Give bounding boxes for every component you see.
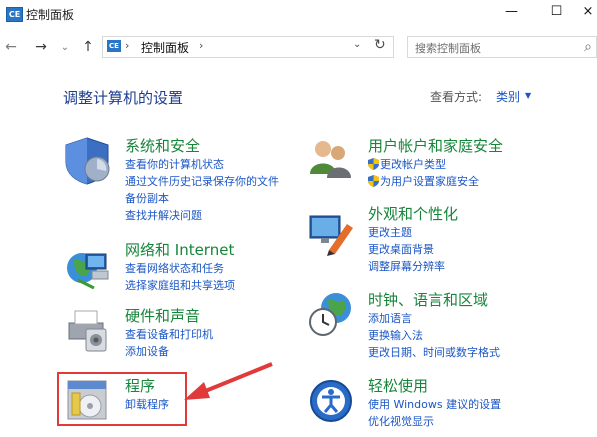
network-icon[interactable] [64, 244, 114, 294]
link-family-safety[interactable]: 为用户设置家庭安全 [368, 173, 503, 190]
printer-icon[interactable] [64, 305, 114, 355]
view-by-category-link[interactable]: 类别 [496, 88, 520, 105]
category-title-system-security[interactable]: 系统和安全 [125, 135, 279, 156]
uac-shield-icon [368, 175, 379, 187]
breadcrumb-separator[interactable]: › [125, 39, 129, 52]
search-icon[interactable]: ⌕ [584, 39, 592, 55]
clock-globe-icon[interactable] [307, 290, 357, 340]
category-network-internet: 网络和 Internet 查看网络状态和任务 选择家庭组和共享选项 [125, 239, 235, 294]
category-title-network-internet[interactable]: 网络和 Internet [125, 239, 235, 260]
category-user-accounts: 用户帐户和家庭安全 更改帐户类型 为用户设置家庭安全 [368, 135, 503, 190]
users-icon[interactable] [307, 136, 357, 186]
back-button[interactable]: ← [2, 38, 20, 56]
link-view-computer-status[interactable]: 查看你的计算机状态 [125, 156, 279, 173]
breadcrumb-control-panel[interactable]: 控制面板 [141, 39, 189, 56]
category-title-hardware-sound[interactable]: 硬件和声音 [125, 305, 213, 326]
maximize-button[interactable]: ☐ [534, 0, 579, 22]
category-appearance: 外观和个性化 更改主题 更改桌面背景 调整屏幕分辨率 [368, 203, 458, 275]
window-title: 控制面板 [26, 8, 75, 22]
link-troubleshoot[interactable]: 查找并解决问题 [125, 207, 279, 224]
highlight-box [57, 372, 187, 426]
link-change-account-type[interactable]: 更改帐户类型 [368, 156, 503, 173]
link-add-device[interactable]: 添加设备 [125, 343, 213, 360]
link-homegroup-sharing[interactable]: 选择家庭组和共享选项 [125, 277, 235, 294]
category-hardware-sound: 硬件和声音 查看设备和打印机 添加设备 [125, 305, 213, 360]
link-date-time-format[interactable]: 更改日期、时间或数字格式 [368, 344, 500, 361]
shield-icon[interactable] [64, 136, 114, 186]
category-system-security: 系统和安全 查看你的计算机状态 通过文件历史记录保存你的文件 备份副本 查找并解… [125, 135, 279, 224]
category-title-ease-of-access[interactable]: 轻松使用 [368, 375, 501, 396]
address-bar[interactable]: CE › 控制面板 › ⌄ ↻ [102, 36, 394, 58]
link-change-theme[interactable]: 更改主题 [368, 224, 458, 241]
category-ease-of-access: 轻松使用 使用 Windows 建议的设置 优化视觉显示 [368, 375, 501, 430]
link-backup[interactable]: 备份副本 [125, 190, 279, 207]
link-optimize-display[interactable]: 优化视觉显示 [368, 413, 501, 430]
link-screen-resolution[interactable]: 调整屏幕分辨率 [368, 258, 458, 275]
link-file-history[interactable]: 通过文件历史记录保存你的文件 [125, 173, 279, 190]
address-dropdown-button[interactable]: ⌄ [353, 39, 361, 50]
recent-locations-button[interactable]: ⌄ [56, 38, 74, 56]
link-network-status[interactable]: 查看网络状态和任务 [125, 260, 235, 277]
control-panel-icon: CE [107, 40, 121, 52]
minimize-button[interactable]: — [489, 0, 534, 22]
uac-shield-icon [368, 158, 379, 170]
search-input[interactable]: 搜索控制面板 [415, 40, 481, 56]
close-button[interactable]: × [579, 0, 597, 22]
link-add-language[interactable]: 添加语言 [368, 310, 500, 327]
annotation-arrow-icon [184, 362, 273, 400]
control-panel-app-icon: CE [6, 7, 23, 22]
title-bar: CE 控制面板 — ☐ × [0, 0, 597, 30]
category-title-user-accounts[interactable]: 用户帐户和家庭安全 [368, 135, 503, 156]
link-change-input-method[interactable]: 更换输入法 [368, 327, 500, 344]
forward-button[interactable]: → [32, 38, 50, 56]
search-box[interactable]: 搜索控制面板 ⌕ [407, 36, 597, 58]
ease-of-access-icon[interactable] [307, 377, 355, 425]
refresh-button[interactable]: ↻ [374, 37, 386, 53]
link-family-safety-label[interactable]: 为用户设置家庭安全 [380, 175, 479, 188]
breadcrumb-separator[interactable]: › [199, 39, 203, 52]
chevron-down-icon[interactable]: ▼ [525, 91, 531, 100]
up-button[interactable]: ↑ [79, 38, 97, 56]
category-clock-language-region: 时钟、语言和区域 添加语言 更换输入法 更改日期、时间或数字格式 [368, 289, 500, 361]
link-recommended-settings[interactable]: 使用 Windows 建议的设置 [368, 396, 501, 413]
category-title-clock-language-region[interactable]: 时钟、语言和区域 [368, 289, 500, 310]
link-change-account-type-label[interactable]: 更改帐户类型 [380, 158, 446, 171]
link-devices-printers[interactable]: 查看设备和打印机 [125, 326, 213, 343]
category-title-appearance[interactable]: 外观和个性化 [368, 203, 458, 224]
page-title: 调整计算机的设置 [63, 89, 184, 107]
appearance-icon[interactable] [307, 210, 357, 260]
view-by-label: 查看方式: [430, 90, 483, 104]
link-desktop-background[interactable]: 更改桌面背景 [368, 241, 458, 258]
